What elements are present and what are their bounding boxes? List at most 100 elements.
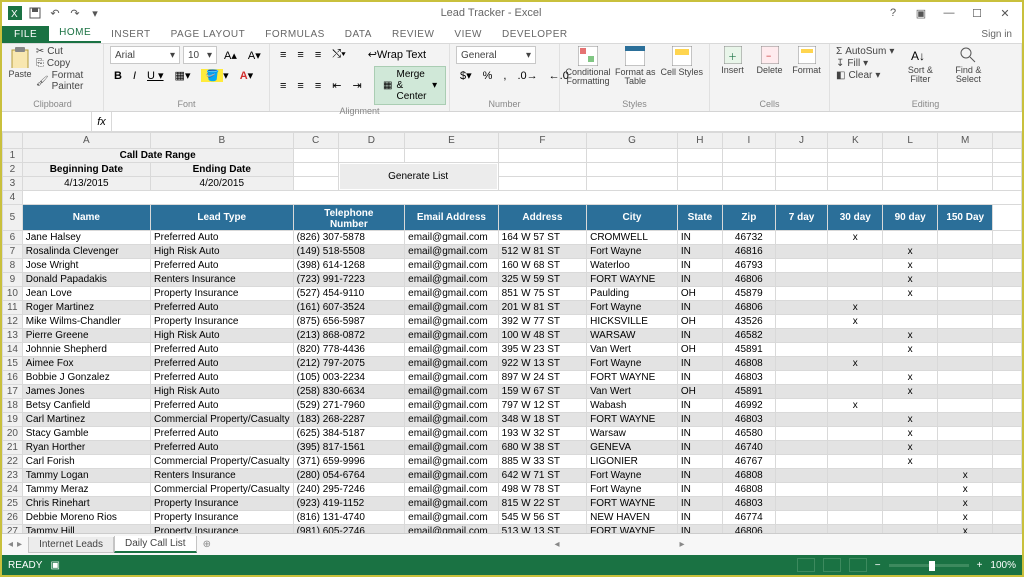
cell-name[interactable]: Aimee Fox <box>22 357 150 371</box>
cell-name[interactable]: Carl Martinez <box>22 413 150 427</box>
cell-90day[interactable] <box>883 315 938 329</box>
cell-90day[interactable]: x <box>883 273 938 287</box>
table-row[interactable]: 9Donald PapadakisRenters Insurance(723) … <box>3 273 1022 287</box>
hdr-30day[interactable]: 30 day <box>828 205 883 231</box>
cell-lead[interactable]: Renters Insurance <box>150 469 293 483</box>
cell-tel[interactable]: (529) 271-7960 <box>293 399 405 413</box>
cell-30day[interactable] <box>828 497 883 511</box>
cell-lead[interactable]: Preferred Auto <box>150 441 293 455</box>
cell-7day[interactable] <box>775 245 828 259</box>
beginning-date-header[interactable]: Beginning Date <box>22 163 150 177</box>
col-E[interactable]: E <box>405 133 499 149</box>
cell-7day[interactable] <box>775 427 828 441</box>
cell-zip[interactable]: 45879 <box>722 287 775 301</box>
cell-name[interactable]: Tammy Hill <box>22 525 150 534</box>
cell-addr[interactable]: 851 W 75 ST <box>498 287 586 301</box>
cell-30day[interactable]: x <box>828 357 883 371</box>
format-painter-button[interactable]: 🖌 Format Painter <box>36 70 97 92</box>
cell-zip[interactable]: 45891 <box>722 343 775 357</box>
cell-tel[interactable]: (371) 659-9996 <box>293 455 405 469</box>
cell-zip[interactable]: 46808 <box>722 357 775 371</box>
cell-email[interactable]: email@gmail.com <box>405 287 499 301</box>
cell-email[interactable]: email@gmail.com <box>405 245 499 259</box>
cell-name[interactable]: Chris Rinehart <box>22 497 150 511</box>
cell-email[interactable]: email@gmail.com <box>405 483 499 497</box>
cell-90day[interactable] <box>883 301 938 315</box>
cell-lead[interactable]: Property Insurance <box>150 525 293 534</box>
table-row[interactable]: 13Pierre GreeneHigh Risk Auto(213) 868-0… <box>3 329 1022 343</box>
cell-30day[interactable] <box>828 427 883 441</box>
align-right-button[interactable]: ≡ <box>311 78 325 94</box>
table-row[interactable]: 24Tammy MerazCommercial Property/Casualt… <box>3 483 1022 497</box>
cell-30day[interactable] <box>828 287 883 301</box>
cell-city[interactable]: Fort Wayne <box>587 469 678 483</box>
cell-90day[interactable]: x <box>883 371 938 385</box>
help-icon[interactable]: ? <box>880 4 906 22</box>
cell-7day[interactable] <box>775 399 828 413</box>
hdr-lead[interactable]: Lead Type <box>150 205 293 231</box>
cell-addr[interactable]: 513 W 13 ST <box>498 525 586 534</box>
cell-tel[interactable]: (826) 307-5878 <box>293 231 405 245</box>
cell-email[interactable]: email@gmail.com <box>405 427 499 441</box>
row-header[interactable]: 25 <box>3 497 23 511</box>
cell-tel[interactable]: (105) 003-2234 <box>293 371 405 385</box>
cell-name[interactable]: James Jones <box>22 385 150 399</box>
cell-7day[interactable] <box>775 371 828 385</box>
font-name-select[interactable]: Arial▾ <box>110 46 180 64</box>
col-D[interactable]: D <box>338 133 404 149</box>
ending-date-header[interactable]: Ending Date <box>150 163 293 177</box>
cell-90day[interactable] <box>883 469 938 483</box>
cell-state[interactable]: OH <box>677 385 722 399</box>
cell-addr[interactable]: 392 W 77 ST <box>498 315 586 329</box>
cell-zip[interactable]: 46582 <box>722 329 775 343</box>
minimize-button[interactable]: — <box>936 4 962 22</box>
cell-30day[interactable] <box>828 259 883 273</box>
cell-150day[interactable]: x <box>938 469 993 483</box>
find-select-button[interactable]: Find & Select <box>946 46 990 84</box>
row-header[interactable]: 2 <box>3 163 23 177</box>
cell-7day[interactable] <box>775 511 828 525</box>
cell-city[interactable]: GENEVA <box>587 441 678 455</box>
cell-addr[interactable]: 201 W 81 ST <box>498 301 586 315</box>
cell-name[interactable]: Jane Halsey <box>22 231 150 245</box>
cell-state[interactable]: IN <box>677 469 722 483</box>
cell-zip[interactable]: 46803 <box>722 371 775 385</box>
row-header[interactable]: 14 <box>3 343 23 357</box>
cell-state[interactable]: IN <box>677 497 722 511</box>
col-N[interactable] <box>993 133 1022 149</box>
cell-7day[interactable] <box>775 301 828 315</box>
cell-90day[interactable] <box>883 399 938 413</box>
normal-view-button[interactable] <box>797 558 815 572</box>
cell-30day[interactable]: x <box>828 315 883 329</box>
cell-addr[interactable]: 885 W 33 ST <box>498 455 586 469</box>
cell-7day[interactable] <box>775 287 828 301</box>
underline-button[interactable]: U ▾ <box>143 67 168 84</box>
cell-90day[interactable]: x <box>883 441 938 455</box>
add-sheet-button[interactable]: ⊕ <box>197 537 217 552</box>
cell-zip[interactable]: 46806 <box>722 273 775 287</box>
cell-150day[interactable] <box>938 427 993 441</box>
tab-developer[interactable]: DEVELOPER <box>492 26 578 43</box>
cell-name[interactable]: Debbie Moreno Rios <box>22 511 150 525</box>
cell-city[interactable]: Van Wert <box>587 385 678 399</box>
cell-addr[interactable]: 100 W 48 ST <box>498 329 586 343</box>
cell-name[interactable]: Jose Wright <box>22 259 150 273</box>
cell-email[interactable]: email@gmail.com <box>405 329 499 343</box>
cell-150day[interactable] <box>938 301 993 315</box>
decrease-indent-button[interactable]: ⇤ <box>328 77 345 94</box>
undo-icon[interactable]: ↶ <box>48 6 62 20</box>
table-row[interactable]: 7Rosalinda ClevengerHigh Risk Auto(149) … <box>3 245 1022 259</box>
cell-city[interactable]: Wabash <box>587 399 678 413</box>
cell-30day[interactable] <box>828 273 883 287</box>
cell-150day[interactable] <box>938 315 993 329</box>
fill-button[interactable]: ↧ Fill ▾ <box>836 58 894 69</box>
cell-30day[interactable] <box>828 329 883 343</box>
cell-name[interactable]: Bobbie J Gonzalez <box>22 371 150 385</box>
cell-addr[interactable]: 922 W 13 ST <box>498 357 586 371</box>
row-header[interactable]: 19 <box>3 413 23 427</box>
row-header[interactable]: 23 <box>3 469 23 483</box>
hscroll-left[interactable]: ◂ <box>554 539 559 550</box>
cut-button[interactable]: ✂ Cut <box>36 46 97 57</box>
cell-150day[interactable]: x <box>938 511 993 525</box>
cell-90day[interactable]: x <box>883 287 938 301</box>
